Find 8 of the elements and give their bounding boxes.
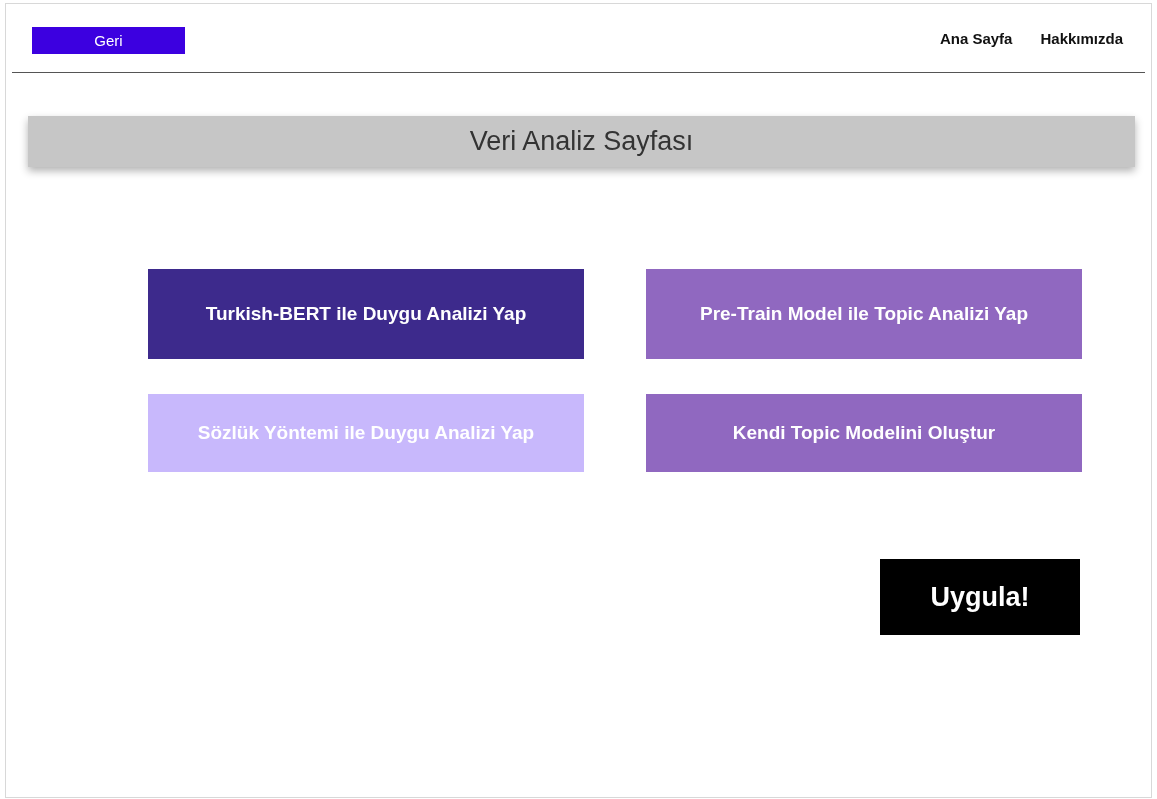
- nav-link[interactable]: Ana Sayfa: [939, 29, 1013, 47]
- analysis-option-button[interactable]: Pre-Train Model ile Topic Analizi Yap: [646, 269, 1082, 359]
- analysis-option-button[interactable]: Turkish-BERT ile Duygu Analizi Yap: [148, 269, 584, 359]
- apply-button[interactable]: Uygula!: [880, 559, 1080, 635]
- page-title: Veri Analiz Sayfası: [28, 116, 1135, 167]
- back-button[interactable]: Geri: [32, 26, 185, 54]
- nav-link[interactable]: Hakkımızda: [1040, 29, 1123, 47]
- analysis-option-button[interactable]: Kendi Topic Modelini Oluştur: [646, 394, 1082, 472]
